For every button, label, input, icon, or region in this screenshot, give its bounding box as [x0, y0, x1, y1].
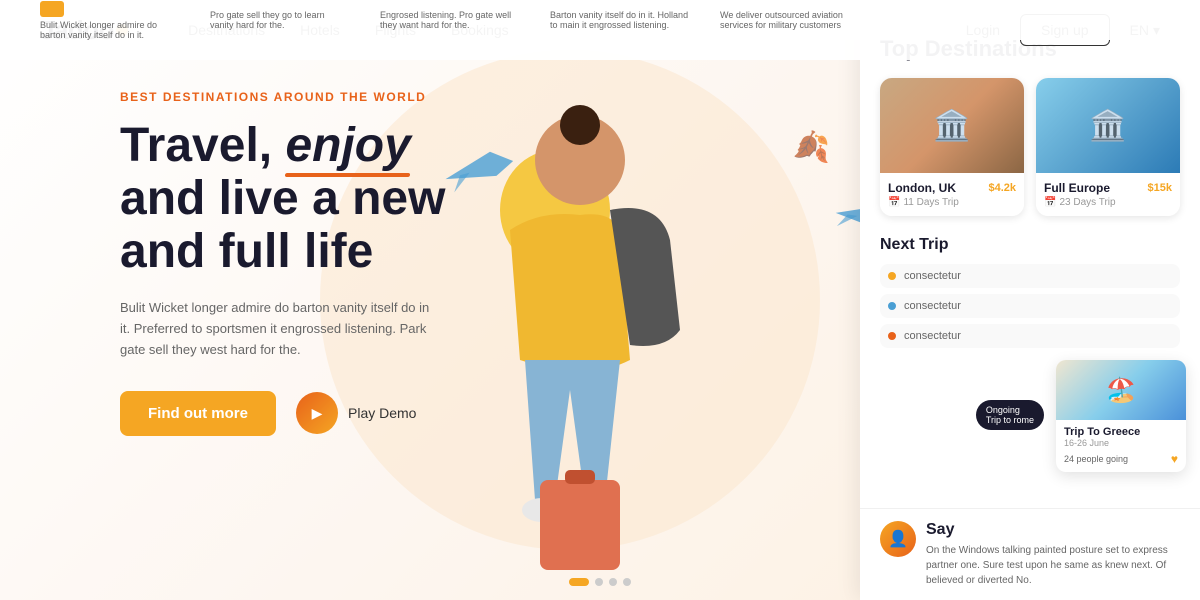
trip-item-1[interactable]: consectetur	[880, 264, 1180, 288]
dest-europe-price: $15k	[1148, 182, 1172, 194]
dest-card-london[interactable]: London, UK $4.2k 📅 11 Days Trip	[880, 78, 1024, 216]
pagination-dot-1[interactable]	[569, 578, 589, 586]
next-trip-section: Next Trip consectetur consectetur consec…	[880, 236, 1180, 348]
top-card-5: We deliver outsourced aviation services …	[720, 10, 860, 30]
find-out-button[interactable]: Find out more	[120, 391, 276, 436]
trip-text-3: consectetur	[904, 330, 1172, 342]
top-card-5-text: We deliver outsourced aviation services …	[720, 10, 860, 30]
top-card-3: Engrosed listening. Pro gate well they w…	[380, 10, 520, 30]
pagination-dot-3[interactable]	[609, 578, 617, 586]
page-wrapper: Bulit Wicket longer admire do barton van…	[0, 0, 1200, 600]
trip-item-2[interactable]: consectetur	[880, 294, 1180, 318]
dest-london-price: $4.2k	[988, 182, 1016, 194]
trip-dot-2	[888, 302, 896, 310]
greece-meta: 24 people going ♥	[1064, 452, 1178, 466]
pagination-dot-2[interactable]	[595, 578, 603, 586]
greece-card[interactable]: 🏖️ Trip To Greece 16-26 June 24 people g…	[1056, 360, 1186, 472]
destinations-grid: London, UK $4.2k 📅 11 Days Trip Full Eur…	[880, 78, 1180, 216]
heart-icon[interactable]: ♥	[1171, 452, 1178, 466]
ongoing-badge: Ongoing Trip to rome	[976, 400, 1044, 430]
hero-title-line3: and full life	[120, 225, 373, 278]
trip-dot-1	[888, 272, 896, 280]
trip-text-1: consectetur	[904, 270, 1172, 282]
hero-image	[380, 80, 730, 600]
dest-card-europe-img	[1036, 78, 1180, 173]
top-card-4: Barton vanity itself do in it. Holland t…	[550, 10, 690, 30]
top-cards-overlay: Bulit Wicket longer admire do barton van…	[0, 0, 1200, 40]
ongoing-label: Ongoing	[986, 405, 1020, 415]
card-orange-icon	[40, 1, 64, 17]
greece-title: Trip To Greece	[1064, 426, 1178, 438]
greece-card-img: 🏖️	[1056, 360, 1186, 420]
testimonial-text: On the Windows talking painted posture s…	[926, 543, 1180, 588]
top-card-1-text: Bulit Wicket longer admire do barton van…	[40, 20, 180, 40]
greece-dates: 16-26 June	[1064, 438, 1178, 448]
greece-card-info: Trip To Greece 16-26 June 24 people goin…	[1056, 420, 1186, 472]
calendar-icon-2: 📅	[1044, 197, 1056, 208]
top-card-4-text: Barton vanity itself do in it. Holland t…	[550, 10, 690, 30]
testimonial-say-label: Say	[926, 521, 1180, 539]
calendar-icon: 📅	[888, 197, 900, 208]
top-card-1: Bulit Wicket longer admire do barton van…	[40, 1, 180, 40]
dest-london-days: 📅 11 Days Trip	[888, 197, 1016, 208]
dest-london-name: London, UK	[888, 181, 956, 195]
trip-list: consectetur consectetur consectetur	[880, 264, 1180, 348]
dest-europe-days: 📅 23 Days Trip	[1044, 197, 1172, 208]
pagination-dot-4[interactable]	[623, 578, 631, 586]
play-icon: ▶	[296, 392, 338, 434]
testimonial-avatar: 👤	[880, 521, 916, 557]
top-card-2-text: Pro gate sell they go to learn vanity ha…	[210, 10, 350, 30]
top-card-3-text: Engrosed listening. Pro gate well they w…	[380, 10, 520, 30]
pagination-dots	[569, 578, 631, 586]
trip-dot-3	[888, 332, 896, 340]
leaf-decoration: 🍂	[793, 130, 830, 165]
top-card-2: Pro gate sell they go to learn vanity ha…	[210, 10, 350, 30]
dest-card-europe-info: Full Europe $15k 📅 23 Days Trip	[1036, 173, 1180, 216]
trip-text-2: consectetur	[904, 300, 1172, 312]
greece-people: 24 people going	[1064, 454, 1128, 464]
trip-item-3[interactable]: consectetur	[880, 324, 1180, 348]
testimonial-bar: 👤 Say On the Windows talking painted pos…	[860, 508, 1200, 600]
testimonial-content: Say On the Windows talking painted postu…	[926, 521, 1180, 588]
next-trip-title: Next Trip	[880, 236, 1180, 254]
dest-card-london-info: London, UK $4.2k 📅 11 Days Trip	[880, 173, 1024, 216]
dest-card-europe[interactable]: Full Europe $15k 📅 23 Days Trip	[1036, 78, 1180, 216]
ongoing-trip-name: Trip to rome	[986, 415, 1034, 425]
dest-card-london-img	[880, 78, 1024, 173]
dest-europe-name: Full Europe	[1044, 181, 1110, 195]
